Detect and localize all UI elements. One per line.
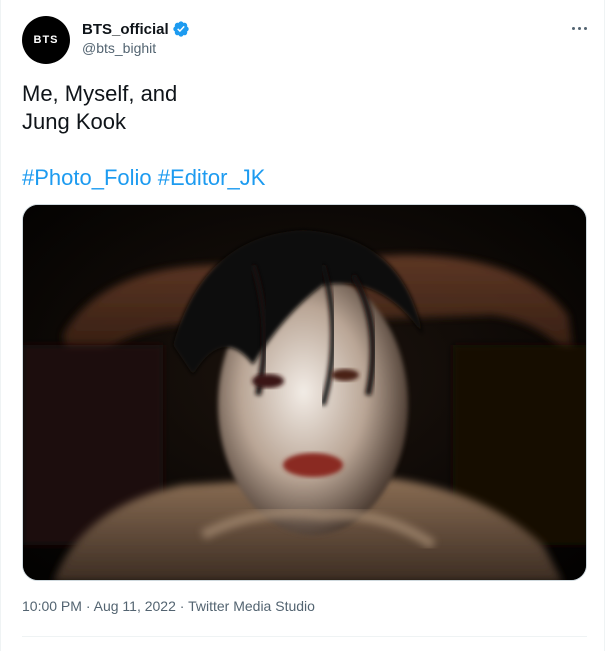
tweet-date[interactable]: Aug 11, 2022 [94,598,176,614]
meta-separator: · [179,598,185,614]
avatar-text: BTS [33,34,59,46]
photo-image [23,205,586,580]
tweet-time[interactable]: 10:00 PM [22,598,82,614]
avatar[interactable]: BTS [22,16,70,64]
more-dot [577,26,581,30]
more-horizontal-icon[interactable] [564,16,594,40]
divider [22,636,587,637]
tweet-source[interactable]: Twitter Media Studio [188,598,315,614]
tweet-meta: 10:00 PM · Aug 11, 2022 · Twitter Media … [22,598,315,614]
tweet-media-photo[interactable] [22,204,587,581]
tweet-text-line: Me, Myself, and [22,81,178,106]
hashtag-link[interactable]: #Editor_JK [158,165,266,190]
author-handle[interactable]: @bts_bighit [82,40,156,56]
more-dot [571,26,575,30]
hashtag-row: #Photo_Folio #Editor_JK [22,164,265,192]
tweet-text-line: Jung Kook [22,109,126,134]
hashtag-link[interactable]: #Photo_Folio [22,165,152,190]
verified-badge-icon [172,20,190,38]
tweet-card: BTS BTS_official @bts_bighit Me, Myself,… [0,0,605,651]
tweet-text: Me, Myself, and Jung Kook [22,80,582,136]
display-name[interactable]: BTS_official [82,21,169,38]
more-dot [583,26,587,30]
author-name-row: BTS_official [82,20,190,38]
meta-separator: · [85,598,91,614]
